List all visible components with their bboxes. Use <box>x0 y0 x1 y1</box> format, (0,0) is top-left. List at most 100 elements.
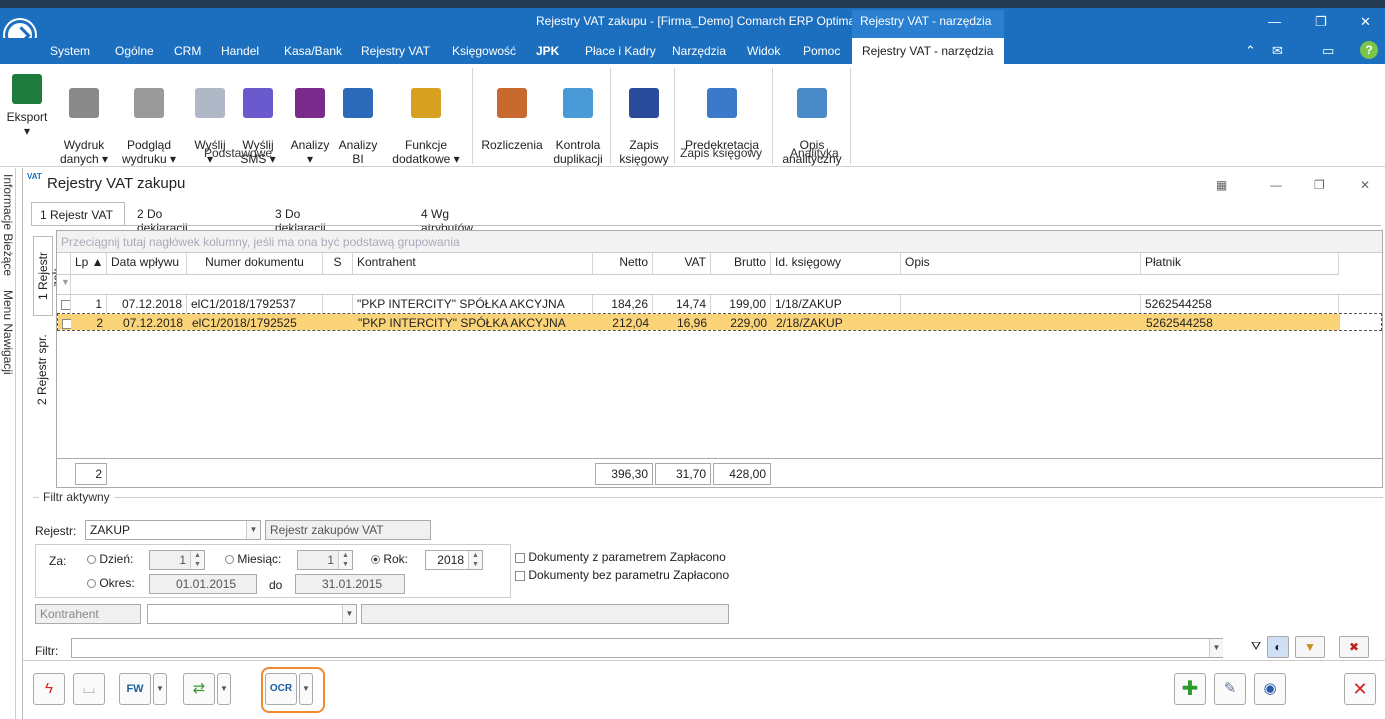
ocr-button[interactable]: OCR <box>265 673 297 705</box>
context-tab-header: Rejestry VAT - narzędzia <box>852 10 1004 38</box>
col-brutto[interactable]: Brutto <box>711 253 771 275</box>
okres-radio[interactable]: Okres: <box>87 576 135 590</box>
cell-s <box>324 314 354 330</box>
close-form-icon[interactable]: ✕ <box>1344 673 1376 705</box>
filtr-dropdown-icon[interactable]: ▼ <box>1209 639 1223 657</box>
menu-crm[interactable]: CRM <box>174 44 201 58</box>
settlement-icon[interactable]: ⇄ <box>183 673 215 705</box>
col-vat[interactable]: VAT <box>653 253 711 275</box>
layout-icon[interactable]: ▦ <box>1216 178 1227 192</box>
table-row-selected[interactable]: 2 07.12.2018 elC1/2018/1792525 "PKP INTE… <box>57 313 1382 331</box>
analizy-label: Analizy ▾ <box>290 138 330 166</box>
kontrahent-button[interactable]: Kontrahent <box>35 604 141 624</box>
kontrahent-select[interactable] <box>147 604 357 624</box>
delete-bin-icon[interactable]: ◉ <box>1254 673 1286 705</box>
filter-build-icon[interactable]: ▼ <box>1295 636 1325 658</box>
cb-zaplacono[interactable]: Dokumenty z parametrem Zapłacono <box>515 550 726 564</box>
menu-narzedzia[interactable]: Narzędzia <box>672 44 726 58</box>
cb-bez-zaplacono[interactable]: Dokumenty bez parametru Zapłacono <box>515 568 729 582</box>
menu-nawigacji-tab[interactable]: Menu Nawigacji <box>1 290 15 375</box>
menu-widok[interactable]: Widok <box>747 44 780 58</box>
tab-rejestry-vat-narzedzia[interactable]: Rejestry VAT - narzędzia <box>852 38 1004 64</box>
menu-pomoc[interactable]: Pomoc <box>803 44 840 58</box>
row-checkbox[interactable] <box>58 314 72 330</box>
menu-kasa-bank[interactable]: Kasa/Bank <box>284 44 342 58</box>
menu-system[interactable]: System <box>50 44 90 58</box>
sum-vat: 31,70 <box>655 463 711 485</box>
col-lp[interactable]: Lp ▲ <box>71 253 107 275</box>
ocr-dropdown-icon[interactable]: ▼ <box>299 673 313 705</box>
col-platnik[interactable]: Płatnik <box>1141 253 1339 275</box>
okres-from-input[interactable]: 01.01.2015 <box>149 574 257 594</box>
predekretacja-button[interactable]: Predekretacja <box>678 68 766 152</box>
col-s[interactable]: S <box>323 253 353 275</box>
filter-apply-icon[interactable]: ◐ <box>1267 636 1289 658</box>
tab-rejestr-vat[interactable]: 1 Rejestr VAT <box>31 202 125 226</box>
minimize-icon[interactable]: — <box>1268 14 1281 29</box>
help-icon[interactable]: ? <box>1360 41 1378 59</box>
tab-wg-atrybutow[interactable]: 4 Wg atrybutów <box>413 202 481 235</box>
menu-ogolne[interactable]: Ogólne <box>115 44 154 58</box>
col-netto[interactable]: Netto <box>593 253 653 275</box>
wydruk-danych-button[interactable]: Wydruk danych ▾ <box>54 68 114 166</box>
edit-pen-icon[interactable]: ✎ <box>1214 673 1246 705</box>
lightning-icon[interactable]: ϟ <box>33 673 65 705</box>
kontrola-duplikacji-button[interactable]: Kontrola duplikacji <box>550 68 606 166</box>
side-tab-rejestr-spr[interactable]: 2 Rejestr spr. <box>33 330 53 410</box>
analizy-button[interactable]: Analizy ▾ <box>288 68 332 166</box>
fw-button[interactable]: FW <box>119 673 151 705</box>
open-book-icon[interactable]: ⌴ <box>73 673 105 705</box>
eksport-button[interactable]: Eksport ▾ <box>4 68 50 138</box>
informacje-biezace-tab[interactable]: Informacje Bieżące <box>1 174 15 276</box>
tab-do-deklaracji-vat7[interactable]: 2 Do deklaracji VAT-7 <box>129 202 196 249</box>
side-tab-rejestr-zak[interactable]: 1 Rejestr zak. <box>33 236 64 316</box>
fw-dropdown-icon[interactable]: ▼ <box>153 673 167 705</box>
document-title: Rejestry VAT zakupu <box>47 175 186 192</box>
menu-ksiegowosc[interactable]: Księgowość <box>452 44 516 58</box>
col-opis[interactable]: Opis <box>901 253 1141 275</box>
add-icon[interactable]: ✚ <box>1174 673 1206 705</box>
col-id-ksiegowy[interactable]: Id. księgowy <box>771 253 901 275</box>
col-numer-dokumentu[interactable]: Numer dokumentu <box>187 253 323 275</box>
doc-minimize-icon[interactable]: — <box>1270 178 1282 192</box>
ribbon: Eksport ▾ Wydruk danych ▾ Podgląd wydruku… <box>0 64 1385 167</box>
rejestr-dropdown-icon[interactable]: ▼ <box>246 521 260 539</box>
okres-to-input[interactable]: 31.01.2015 <box>295 574 405 594</box>
table-row[interactable]: 1 07.12.2018 elC1/2018/1792537 "PKP INTE… <box>57 295 1382 313</box>
filter-clear-icon[interactable]: ✖ <box>1339 636 1369 658</box>
tab-divider <box>31 225 1381 226</box>
cb-zaplacono-label: Dokumenty z parametrem Zapłacono <box>528 550 726 564</box>
miesiac-spin-icon[interactable]: ▲ ▼ <box>338 551 352 569</box>
print-icon[interactable]: ▭ <box>1322 43 1334 59</box>
cell-brutto: 199,00 <box>711 295 771 313</box>
analizy-bi-button[interactable]: Analizy BI <box>336 68 380 166</box>
col-kontrahent[interactable]: Kontrahent <box>353 253 593 275</box>
rozliczenia-button[interactable]: Rozliczenia <box>480 68 544 152</box>
rok-spin-icon[interactable]: ▲ ▼ <box>468 551 482 569</box>
filtr-input[interactable] <box>71 638 1223 658</box>
settlement-dropdown-icon[interactable]: ▼ <box>217 673 231 705</box>
rejestr-select[interactable]: ZAKUP <box>85 520 261 540</box>
miesiac-radio[interactable]: Miesiąc: <box>225 552 281 566</box>
filter-row[interactable]: ▼ <box>57 275 1382 295</box>
dzien-radio[interactable]: Dzień: <box>87 552 133 566</box>
doc-restore-icon[interactable]: ❐ <box>1314 178 1325 192</box>
podglad-wydruku-button[interactable]: Podgląd wydruku ▾ <box>118 68 180 166</box>
dzien-spin-icon[interactable]: ▲ ▼ <box>190 551 204 569</box>
tab-do-deklaracji-vatue[interactable]: 3 Do deklaracji VAT-UE <box>267 202 334 249</box>
rok-radio[interactable]: Rok: <box>371 552 408 566</box>
kontrahent-dropdown-icon[interactable]: ▼ <box>342 605 356 623</box>
col-data-wplywu[interactable]: Data wpływu <box>107 253 187 275</box>
menu-rejestry-vat[interactable]: Rejestry VAT <box>361 44 430 58</box>
funkcje-dodatkowe-button[interactable]: Funkcje dodatkowe ▾ <box>390 68 462 166</box>
menu-jpk[interactable]: JPK <box>536 44 559 58</box>
menu-handel[interactable]: Handel <box>221 44 259 58</box>
row-checkbox[interactable] <box>57 295 71 313</box>
zapis-ksiegowy-button[interactable]: Zapis księgowy <box>616 68 672 166</box>
collapse-ribbon-icon[interactable]: ⌃ <box>1245 43 1256 59</box>
restore-icon[interactable]: ❐ <box>1315 14 1327 30</box>
close-window-icon[interactable]: ✕ <box>1360 14 1371 30</box>
mail-icon[interactable]: ✉ <box>1272 43 1283 59</box>
menu-place-kadry[interactable]: Płace i Kadry <box>585 44 656 58</box>
doc-close-icon[interactable]: ✕ <box>1360 178 1370 192</box>
